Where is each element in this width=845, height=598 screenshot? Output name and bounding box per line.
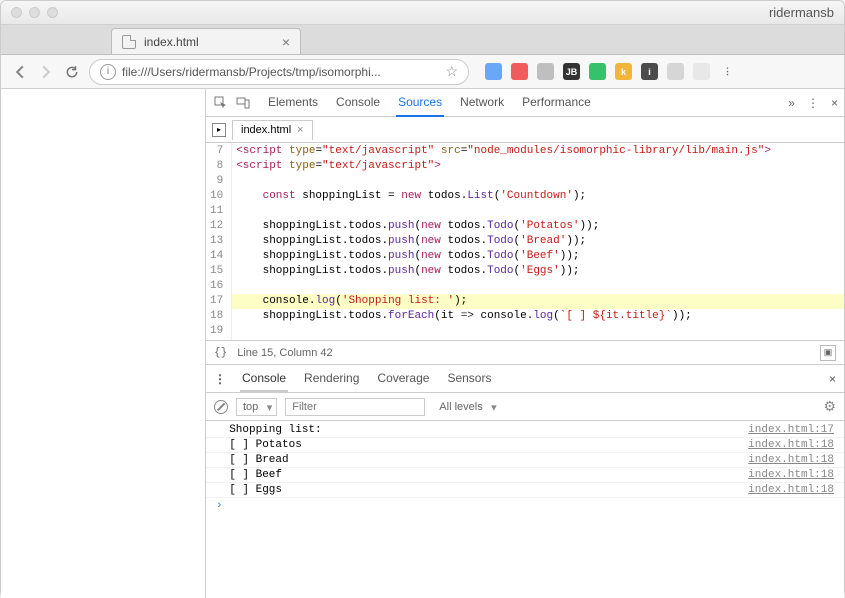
console-row: Shopping list:index.html:17 [206,423,844,438]
close-tab-icon[interactable]: × [282,34,290,50]
console-source-link[interactable]: index.html:18 [748,484,834,496]
console-source-link[interactable]: index.html:18 [748,469,834,481]
inspect-element-icon[interactable] [212,94,230,112]
devtools-tab-console[interactable]: Console [334,89,382,117]
extension-ext-jb[interactable]: JB [563,63,580,80]
cursor-position: Line 15, Column 42 [237,347,332,359]
console-settings-icon[interactable]: ⚙ [823,398,836,415]
url-text: file:///Users/ridermansb/Projects/tmp/is… [122,65,439,79]
source-file-label: index.html [241,124,291,136]
page-viewport [1,89,206,598]
more-tabs-icon[interactable]: » [788,96,795,110]
console-filter-input[interactable] [285,398,425,416]
address-bar: i file:///Users/ridermansb/Projects/tmp/… [1,55,844,89]
code-line: <script type="text/javascript"> [232,159,844,174]
code-line: console.log('Shopping list: '); [232,294,844,309]
drawer-tab-coverage[interactable]: Coverage [375,366,431,392]
drawer-close-icon[interactable]: × [829,372,836,386]
devtools-panel: Elements Console Sources Network Performance… [206,89,844,598]
close-window-icon[interactable] [11,7,22,18]
device-toolbar-icon[interactable] [234,94,252,112]
context-selector[interactable]: top [236,398,277,416]
code-line: shoppingList.todos.push(new todos.Todo('… [232,219,844,234]
tab-label: index.html [144,35,199,49]
zoom-window-icon[interactable] [47,7,58,18]
close-source-tab-icon[interactable]: × [297,124,303,136]
file-icon [122,35,136,49]
drawer-tab-rendering[interactable]: Rendering [302,366,361,392]
extension-ext-cloud[interactable] [693,63,710,80]
back-button[interactable] [11,63,29,81]
drawer-tab-console[interactable]: Console [240,366,288,392]
devtools-tab-elements[interactable]: Elements [266,89,320,117]
console-row: [ ] Eggsindex.html:18 [206,483,844,498]
devtools-tab-sources[interactable]: Sources [396,89,444,117]
line-gutter: 78910111213141516171819 [206,143,232,340]
extension-ext-k[interactable]: k [615,63,632,80]
extension-ext-info[interactable]: i [641,63,658,80]
code-line: <script type="text/javascript" src="node… [232,144,844,159]
code-line: shoppingList.todos.push(new todos.Todo('… [232,234,844,249]
source-file-tab[interactable]: index.html × [232,120,313,140]
extension-icons: JB ki ⋮ [485,63,736,80]
console-row: [ ] Breadindex.html:18 [206,453,844,468]
drawer-tab-sensors[interactable]: Sensors [445,366,493,392]
minimize-window-icon[interactable] [29,7,40,18]
code-line [232,279,844,294]
code-line [232,174,844,189]
bookmark-icon[interactable]: ☆ [445,63,458,80]
console-source-link[interactable]: index.html:18 [748,454,834,466]
console-message: [ ] Eggs [216,484,748,496]
forward-button[interactable] [37,63,55,81]
console-message: [ ] Potatos [216,439,748,451]
resume-script-icon[interactable]: ▸ [212,123,226,137]
code-line [232,204,844,219]
console-message: [ ] Beef [216,469,748,481]
extension-ext-red[interactable] [511,63,528,80]
traffic-lights [11,7,58,18]
extension-ext-grey1[interactable] [537,63,554,80]
profile-name[interactable]: ridermansb [769,5,834,20]
url-field[interactable]: i file:///Users/ridermansb/Projects/tmp/… [89,59,469,85]
reload-button[interactable] [63,63,81,81]
console-source-link[interactable]: index.html:18 [748,439,834,451]
devtools-toolbar: Elements Console Sources Network Performance… [206,89,844,117]
code-line: shoppingList.todos.push(new todos.Todo('… [232,249,844,264]
devtools-tab-network[interactable]: Network [458,89,506,117]
window-titlebar: ridermansb [1,1,844,25]
drawer-tabbar: ⋮ Console Rendering Coverage Sensors × [206,365,844,393]
devtools-menu-icon[interactable]: ⋮ [807,96,819,110]
console-row: [ ] Potatosindex.html:18 [206,438,844,453]
console-source-link[interactable]: index.html:17 [748,424,834,436]
console-message: Shopping list: [216,424,748,436]
console-output[interactable]: Shopping list:index.html:17 [ ] Potatosi… [206,421,844,598]
code-line: const shoppingList = new todos.List('Cou… [232,189,844,204]
sources-file-bar: ▸ index.html × [206,117,844,143]
editor-status-bar: {} Line 15, Column 42 ▣ [206,341,844,365]
code-line [232,324,844,339]
drawer-menu-icon[interactable]: ⋮ [214,372,226,386]
clear-console-icon[interactable] [214,400,228,414]
log-levels-selector[interactable]: All levels [433,399,500,415]
code-line: shoppingList.todos.forEach(it => console… [232,309,844,324]
devtools-tab-performance[interactable]: Performance [520,89,593,117]
code-line: shoppingList.todos.push(new todos.Todo('… [232,264,844,279]
extension-ext-grey2[interactable] [667,63,684,80]
console-message: [ ] Bread [216,454,748,466]
browser-tab[interactable]: index.html × [111,28,301,54]
pretty-print-icon[interactable]: {} [214,347,227,359]
console-row: [ ] Beefindex.html:18 [206,468,844,483]
toggle-pane-icon[interactable]: ▣ [820,345,836,361]
extension-ext-green[interactable] [589,63,606,80]
site-info-icon[interactable]: i [100,64,116,80]
devtools-close-icon[interactable]: × [831,96,838,110]
browser-tabstrip: index.html × [1,25,844,55]
extension-translate[interactable] [485,63,502,80]
console-filter-bar: top All levels ⚙ [206,393,844,421]
code-editor[interactable]: 78910111213141516171819 <script type="te… [206,143,844,341]
console-prompt[interactable]: › [206,498,844,514]
devtools-tabs: Elements Console Sources Network Performance [266,89,593,117]
code-lines: <script type="text/javascript" src="node… [232,143,844,340]
extension-ext-menu[interactable]: ⋮ [719,63,736,80]
